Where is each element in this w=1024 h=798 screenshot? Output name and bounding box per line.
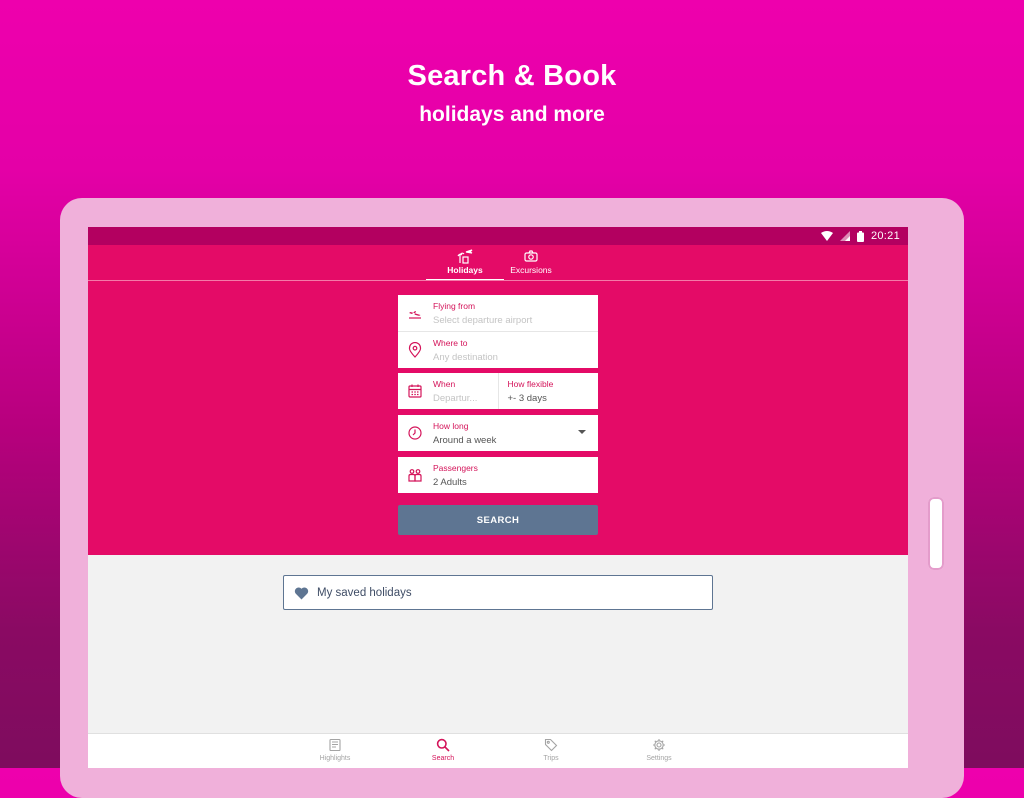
tab-holidays-label: Holidays <box>447 265 483 275</box>
tab-bar: Holidays Excursions <box>88 245 908 281</box>
passengers-label: Passengers <box>433 463 478 473</box>
calendar-icon <box>408 384 422 398</box>
nav-settings-label: Settings <box>646 755 672 762</box>
camera-icon <box>524 250 538 262</box>
promo-subtitle: holidays and more <box>419 103 605 126</box>
passengers-icon <box>408 469 422 482</box>
when-placeholder: Departur... <box>433 393 478 404</box>
flying-from-label: Flying from <box>433 301 476 311</box>
passengers-card: Passengers 2 Adults <box>398 457 598 493</box>
when-field[interactable]: When Departur... <box>398 373 498 409</box>
saved-holidays-label: My saved holidays <box>317 586 412 599</box>
tab-holidays[interactable]: Holidays <box>426 247 504 281</box>
bottom-navigation: Highlights Search Trips Settings <box>88 733 908 768</box>
how-flexible-value: +- 3 days <box>507 393 547 404</box>
search-hero: Holidays Excursions Flying from Select d… <box>88 245 908 555</box>
where-to-label: Where to <box>433 338 468 348</box>
how-flexible-field[interactable]: How flexible +- 3 days <box>498 373 598 409</box>
saved-holidays-button[interactable]: My saved holidays <box>283 575 713 610</box>
passengers-field[interactable]: Passengers 2 Adults <box>398 457 598 493</box>
status-bar: 20:21 <box>88 227 908 245</box>
where-to-field[interactable]: Where to Any destination <box>398 332 598 368</box>
signal-icon <box>839 231 850 241</box>
how-flexible-label: How flexible <box>507 379 554 389</box>
tab-excursions[interactable]: Excursions <box>498 247 564 280</box>
promo-title: Search & Book <box>407 60 617 92</box>
location-pin-icon <box>408 342 422 358</box>
passengers-value: 2 Adults <box>433 477 467 488</box>
wifi-icon <box>820 231 833 241</box>
chevron-down-icon <box>578 430 586 434</box>
how-long-label: How long <box>433 421 469 431</box>
tab-excursions-label: Excursions <box>510 265 552 275</box>
search-button[interactable]: SEARCH <box>398 505 598 535</box>
heart-icon <box>294 586 309 600</box>
nav-highlights[interactable]: Highlights <box>305 738 365 762</box>
search-icon <box>436 738 450 752</box>
nav-highlights-label: Highlights <box>319 755 351 762</box>
status-time: 20:21 <box>870 230 900 242</box>
gear-icon <box>653 739 665 751</box>
app-screen: 20:21 Holidays Excursions Flying from Se… <box>88 227 908 768</box>
how-long-select[interactable]: How long Around a week <box>398 415 598 451</box>
plane-departure-icon <box>409 311 421 319</box>
nav-trips[interactable]: Trips <box>521 738 581 762</box>
tablet-side-button <box>928 497 944 570</box>
palm-plane-icon <box>457 249 473 264</box>
flying-from-placeholder: Select departure airport <box>433 315 533 326</box>
tag-icon <box>544 738 558 752</box>
battery-icon <box>856 230 864 242</box>
newspaper-icon <box>329 738 341 752</box>
nav-search-label: Search <box>431 755 455 762</box>
nav-search[interactable]: Search <box>413 738 473 762</box>
dates-card: When Departur... How flexible +- 3 days <box>398 373 598 409</box>
tab-divider <box>88 280 908 281</box>
where-to-placeholder: Any destination <box>433 352 498 363</box>
when-label: When <box>433 379 456 389</box>
nav-settings[interactable]: Settings <box>629 738 689 762</box>
route-card: Flying from Select departure airport Whe… <box>398 295 598 368</box>
duration-card: How long Around a week <box>398 415 598 451</box>
nav-trips-label: Trips <box>543 755 559 762</box>
how-long-value: Around a week <box>433 435 497 446</box>
flying-from-field[interactable]: Flying from Select departure airport <box>398 295 598 331</box>
clock-icon <box>408 426 422 440</box>
